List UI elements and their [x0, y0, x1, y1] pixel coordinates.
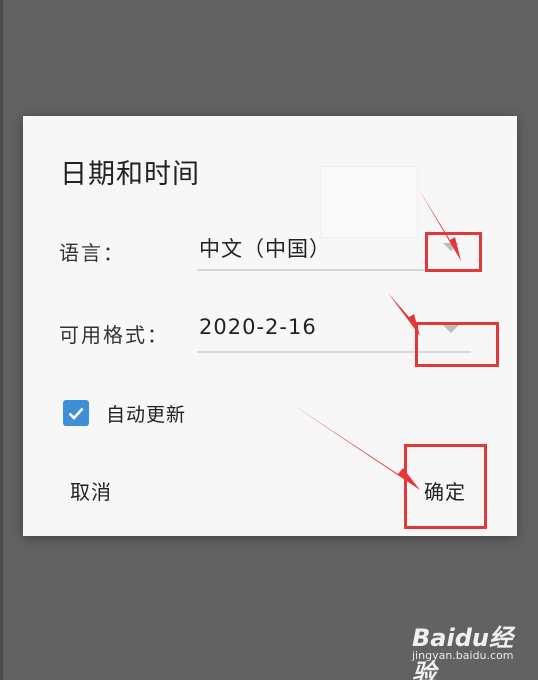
annotation-arrow-icon [418, 188, 461, 261]
annotation-arrows [290, 188, 461, 490]
annotation-arrow-icon [388, 293, 420, 336]
annotation-arrow-icon [290, 403, 420, 490]
baidu-watermark: Baidu经验 jingyan.baidu.com [410, 616, 530, 680]
watermark-url: jingyan.baidu.com [412, 649, 514, 662]
